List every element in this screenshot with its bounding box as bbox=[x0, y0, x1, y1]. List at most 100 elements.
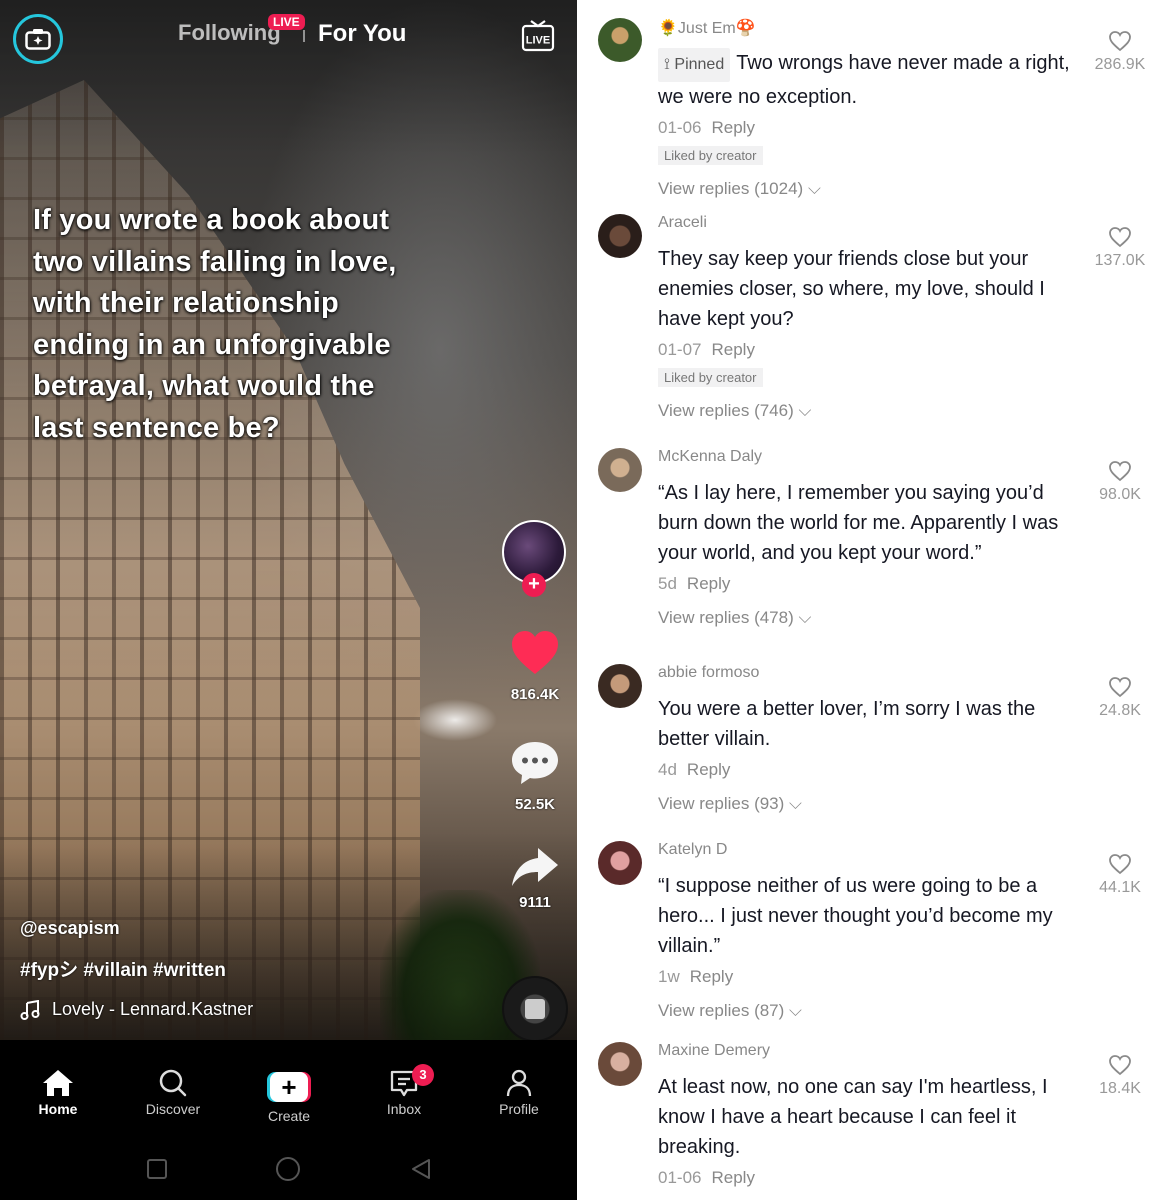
comment-like-button[interactable]: 137.0K bbox=[1085, 226, 1153, 270]
nav-home-label: Home bbox=[38, 1101, 78, 1117]
sound-name: Lovely - Lennard.Kastner bbox=[52, 999, 254, 1019]
comment-like-count: 18.4K bbox=[1099, 1080, 1141, 1097]
comment-text: “I suppose neither of us were going to b… bbox=[658, 875, 1053, 957]
comment-text: “As I lay here, I remember you saying yo… bbox=[658, 482, 1059, 564]
comment-like-button[interactable]: 286.9K bbox=[1085, 30, 1153, 74]
sound-disc[interactable] bbox=[502, 976, 568, 1042]
comment-username[interactable]: abbie formoso bbox=[658, 664, 1078, 686]
reply-button[interactable]: Reply bbox=[711, 340, 754, 359]
share-count: 9111 bbox=[519, 894, 551, 911]
svg-text:LIVE: LIVE bbox=[526, 35, 550, 47]
home-icon bbox=[43, 1070, 73, 1096]
comment-button[interactable]: 52.5K bbox=[495, 740, 575, 813]
nav-create[interactable]: + Create bbox=[249, 1068, 329, 1124]
commenter-avatar[interactable] bbox=[598, 841, 642, 885]
comment-like-count: 44.1K bbox=[1099, 879, 1141, 896]
view-replies-button[interactable]: View replies (478) ⌵ bbox=[658, 608, 1078, 628]
back-triangle-icon[interactable] bbox=[410, 1158, 432, 1180]
chevron-down-icon: ⌵ bbox=[807, 179, 821, 198]
video-sound[interactable]: Lovely - Lennard.Kastner bbox=[20, 999, 253, 1020]
camera-button[interactable] bbox=[13, 14, 63, 64]
heart-outline-icon bbox=[1109, 677, 1131, 698]
nav-discover-label: Discover bbox=[145, 1101, 201, 1117]
bottom-nav: Home Discover + Create Inbox 3 Profile bbox=[0, 1040, 577, 1140]
commenter-avatar[interactable] bbox=[598, 1042, 642, 1086]
live-tv-icon: LIVE bbox=[521, 20, 555, 52]
comment-count: 52.5K bbox=[514, 796, 556, 813]
comment-username[interactable]: Katelyn D bbox=[658, 841, 1078, 863]
video-hashtags[interactable]: #fypシ #villain #written bbox=[20, 955, 253, 982]
nav-inbox-label: Inbox bbox=[386, 1101, 422, 1117]
comments-panel[interactable]: 🌻Just Em🍄 ⟟ Pinned Two wrongs have never … bbox=[577, 0, 1153, 1200]
comment-date: 01-06 bbox=[658, 118, 702, 137]
nav-profile[interactable]: Profile bbox=[479, 1068, 559, 1117]
reply-button[interactable]: Reply bbox=[711, 118, 754, 137]
comment-text: You were a better lover, I’m sorry I was… bbox=[658, 698, 1036, 750]
pinned-badge: ⟟ Pinned bbox=[658, 48, 731, 82]
comment-text: At least now, no one can say I'm heartle… bbox=[658, 1076, 1048, 1158]
system-nav-bar bbox=[0, 1140, 577, 1200]
view-replies-button[interactable]: View replies (87) ⌵ bbox=[658, 1001, 1078, 1021]
recents-icon[interactable] bbox=[146, 1158, 168, 1180]
nav-inbox[interactable]: Inbox 3 bbox=[364, 1064, 444, 1117]
commenter-avatar[interactable] bbox=[598, 214, 642, 258]
comment-username[interactable]: Araceli bbox=[658, 214, 1078, 236]
view-replies-button[interactable]: View replies (93) ⌵ bbox=[658, 794, 1078, 814]
like-count: 816.4K bbox=[510, 686, 560, 703]
like-button[interactable]: 816.4K bbox=[495, 630, 575, 703]
view-replies-button[interactable]: View replies (1024) ⌵ bbox=[658, 179, 1078, 199]
heart-outline-icon bbox=[1109, 461, 1131, 482]
follow-button[interactable]: + bbox=[522, 573, 546, 597]
comment-username[interactable]: 🌻Just Em🍄 bbox=[658, 18, 1078, 40]
chevron-down-icon: ⌵ bbox=[789, 794, 802, 813]
commenter-avatar[interactable] bbox=[598, 664, 642, 708]
home-circle-icon[interactable] bbox=[275, 1156, 301, 1182]
comment-like-count: 98.0K bbox=[1099, 486, 1141, 503]
tab-following[interactable]: Following bbox=[178, 20, 281, 46]
reply-button[interactable]: Reply bbox=[687, 760, 730, 779]
live-badge: LIVE bbox=[268, 14, 305, 30]
profile-icon bbox=[506, 1069, 532, 1097]
share-button[interactable]: 9111 bbox=[495, 846, 575, 911]
comment-like-button[interactable]: 44.1K bbox=[1085, 853, 1153, 897]
comment-date: 1w bbox=[658, 967, 680, 986]
liked-by-creator-badge: Liked by creator bbox=[658, 368, 763, 387]
video-panel[interactable]: Following LIVE For You LIVE If you wrote… bbox=[0, 0, 577, 1200]
reply-button[interactable]: Reply bbox=[711, 1168, 754, 1187]
comment-like-count: 24.8K bbox=[1099, 702, 1141, 719]
liked-by-creator-badge: Liked by creator bbox=[658, 146, 763, 165]
comment-date: 01-06 bbox=[658, 1168, 702, 1187]
comment-like-button[interactable]: 98.0K bbox=[1085, 460, 1153, 504]
top-bar: Following LIVE For You LIVE bbox=[0, 0, 577, 80]
comment-date: 01-07 bbox=[658, 340, 702, 359]
nav-home[interactable]: Home bbox=[18, 1068, 98, 1117]
reply-button[interactable]: Reply bbox=[687, 574, 730, 593]
pin-icon: ⟟ bbox=[664, 56, 675, 73]
comment-like-button[interactable]: 18.4K bbox=[1085, 1054, 1153, 1098]
comment-like-count: 137.0K bbox=[1094, 252, 1146, 269]
heart-outline-icon bbox=[1109, 227, 1131, 248]
reply-button[interactable]: Reply bbox=[690, 967, 733, 986]
chevron-down-icon: ⌵ bbox=[789, 1001, 802, 1020]
comment-username[interactable]: Maxine Demery bbox=[658, 1042, 1078, 1064]
chevron-down-icon: ⌵ bbox=[798, 608, 812, 627]
heart-icon bbox=[512, 631, 558, 674]
search-icon bbox=[159, 1069, 187, 1097]
comment-username[interactable]: McKenna Daly bbox=[658, 448, 1078, 470]
commenter-avatar[interactable] bbox=[598, 18, 642, 62]
heart-outline-icon bbox=[1109, 1055, 1131, 1076]
video-username[interactable]: @escapism bbox=[20, 918, 253, 939]
inbox-badge: 3 bbox=[412, 1064, 434, 1086]
chevron-down-icon: ⌵ bbox=[798, 401, 812, 420]
comment-text: They say keep your friends close but you… bbox=[658, 248, 1045, 330]
comment-bubble-icon bbox=[512, 742, 558, 784]
nav-discover[interactable]: Discover bbox=[133, 1068, 213, 1117]
heart-outline-icon bbox=[1109, 31, 1131, 52]
video-caption: If you wrote a book about two villains f… bbox=[33, 204, 397, 444]
tab-for-you[interactable]: For You bbox=[318, 20, 406, 48]
view-replies-button[interactable]: View replies (746) ⌵ bbox=[658, 401, 1078, 421]
tab-separator bbox=[303, 30, 305, 42]
commenter-avatar[interactable] bbox=[598, 448, 642, 492]
comment-like-button[interactable]: 24.8K bbox=[1085, 676, 1153, 720]
live-tv-button[interactable]: LIVE bbox=[521, 18, 555, 52]
